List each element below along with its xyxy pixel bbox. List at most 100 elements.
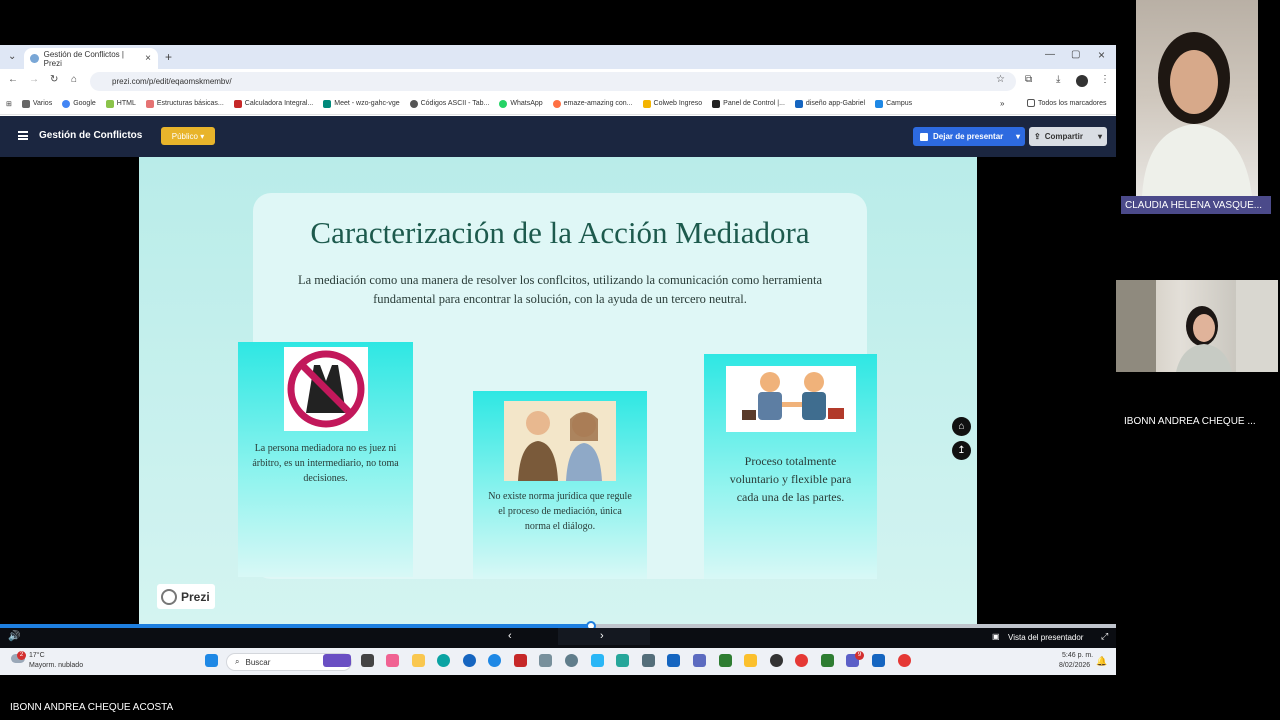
share-button[interactable]: ⇪ Compartir ▾	[1029, 127, 1107, 146]
home-nav-icon[interactable]: ⌂	[952, 417, 971, 436]
mail-icon[interactable]	[539, 654, 552, 667]
bookmark-item[interactable]: Varios	[21, 99, 52, 108]
clock-time[interactable]: 5:46 p. m.	[1062, 652, 1093, 659]
prezi-logo: Prezi	[157, 584, 215, 609]
handshake-businessmen-icon	[725, 366, 856, 432]
excel-icon[interactable]	[821, 654, 834, 667]
bookmark-item[interactable]: Códigos ASCII - Tab...	[409, 99, 489, 108]
participant-silhouette-icon	[1142, 32, 1252, 196]
obs-icon[interactable]	[770, 654, 783, 667]
menu-dots-icon[interactable]: ⋮	[1100, 74, 1110, 85]
public-visibility-button[interactable]: Público ▾	[161, 127, 215, 145]
weather-temp[interactable]: 17°C	[29, 652, 45, 659]
next-step-icon[interactable]: ›	[600, 630, 604, 642]
windows-start-icon[interactable]	[205, 654, 218, 667]
apps-grid-icon[interactable]: ⊞	[6, 100, 12, 108]
forward-icon[interactable]: →	[29, 74, 39, 85]
extensions-icon[interactable]: ⧉	[1025, 74, 1032, 85]
network-icon[interactable]	[616, 654, 629, 667]
new-tab-icon[interactable]: +	[165, 50, 172, 64]
topic-box-voluntary: Proceso totalmente voluntario y flexible…	[704, 354, 877, 579]
participant-video-ibonn	[1116, 280, 1278, 372]
tab-prezi[interactable]: Gestión de Conflictos | Prezi ×	[24, 48, 158, 69]
topic-box-mediator: La persona mediadora no es juez ni árbit…	[238, 342, 413, 577]
stop-presenting-button[interactable]: Dejar de presentar ▾	[913, 127, 1025, 146]
minimize-icon[interactable]: —	[1045, 49, 1055, 60]
file-explorer-icon[interactable]	[412, 654, 425, 667]
prezi-header: Gestión de Conflictos Público ▾ Dejar de…	[0, 116, 1116, 157]
presenter-view-label[interactable]: Vista del presentador	[1008, 633, 1083, 642]
share-icon: ⇪	[1034, 132, 1041, 141]
copilot-icon[interactable]	[386, 654, 399, 667]
back-icon[interactable]: ←	[8, 74, 18, 85]
presenter-view-icon[interactable]: ▣	[992, 632, 1000, 641]
prezi-favicon-icon	[30, 54, 39, 63]
search-highlight-icon[interactable]	[323, 654, 351, 667]
clock-date[interactable]: 8/02/2026	[1059, 662, 1090, 669]
dialogue-people-icon	[504, 401, 616, 481]
teams-people-icon[interactable]	[693, 654, 706, 667]
close-tab-icon[interactable]: ×	[145, 53, 151, 64]
bookmarks-bar: ⊞ Varios Google HTML Estructuras básicas…	[0, 93, 1116, 115]
fullscreen-icon[interactable]: ⤢	[1101, 631, 1108, 642]
volume-icon[interactable]: 🔊	[8, 631, 20, 642]
chevron-down-icon[interactable]: ▾	[1016, 132, 1020, 141]
presentation-title: Gestión de Conflictos	[39, 130, 143, 141]
reload-icon[interactable]: ↻	[50, 74, 58, 85]
close-window-icon[interactable]: ×	[1098, 48, 1105, 62]
profile-avatar[interactable]	[1076, 75, 1088, 87]
maximize-icon[interactable]: ▢	[1071, 49, 1080, 60]
more-bookmarks-icon[interactable]: »	[1000, 99, 1004, 108]
download-icon[interactable]: ⤓	[1056, 74, 1060, 85]
topic-text-voluntary: Proceso totalmente voluntario y flexible…	[729, 454, 852, 504]
home-icon[interactable]: ⌂	[71, 74, 77, 85]
settings-icon[interactable]	[565, 654, 578, 667]
chevron-down-icon[interactable]: ▾	[1098, 132, 1102, 141]
task-view-icon[interactable]	[361, 654, 374, 667]
hp-icon[interactable]	[463, 654, 476, 667]
help-icon[interactable]	[488, 654, 501, 667]
store-icon[interactable]	[667, 654, 680, 667]
monitor-icon[interactable]	[591, 654, 604, 667]
topic-text-legal: No existe norma jurídica que regule el p…	[488, 491, 632, 532]
browser-toolbar: ← → ↻ ⌂ prezi.com/p/edit/eqaomskmembv/ ☆…	[0, 69, 1116, 93]
bookmark-item[interactable]: WhatsApp	[499, 99, 543, 108]
slide-title: Caracterización de la Acción Mediadora	[310, 215, 810, 250]
bookmark-item[interactable]: Estructuras básicas...	[145, 99, 224, 108]
edge-icon[interactable]	[437, 654, 450, 667]
notification-bell-icon[interactable]: 🔔	[1096, 656, 1107, 667]
word-icon[interactable]	[872, 654, 885, 667]
topic-box-legal: No existe norma jurídica que regule el p…	[473, 391, 647, 579]
weather-desc[interactable]: Mayorm. nublado	[29, 662, 83, 669]
presentation-controls: 🔊 ‹ › ▣ Vista del presentador ⤢	[0, 628, 1116, 648]
bookmark-item[interactable]: diseño app-Gabriel	[794, 99, 865, 108]
search-icon: ⌕	[235, 657, 240, 666]
teams-badge: 9	[855, 651, 864, 660]
browser-window: ⌄ Gestión de Conflictos | Prezi × + — ▢ …	[0, 45, 1116, 675]
bookmark-item[interactable]: Meet - wzo-gahc-vge	[323, 99, 400, 108]
all-bookmarks-folder[interactable]: Todos los marcadores	[1027, 99, 1106, 107]
previous-step-icon[interactable]: ‹	[508, 630, 512, 642]
notepad-icon[interactable]	[744, 654, 757, 667]
bookmark-item[interactable]: emaze-amazing con...	[552, 99, 633, 108]
bookmark-star-icon[interactable]: ☆	[996, 74, 1005, 85]
hamburger-menu-icon[interactable]	[18, 131, 28, 140]
participant-name-claudia: CLAUDIA HELENA VASQUE...	[1121, 196, 1271, 214]
chrome-icon[interactable]	[795, 654, 808, 667]
chrome-active-icon[interactable]	[898, 654, 911, 667]
bookmark-item[interactable]: Calculadora Integral...	[233, 99, 313, 108]
bookmark-item[interactable]: HTML	[105, 99, 136, 108]
slide-subtitle: La mediación como una manera de resolver…	[297, 273, 823, 306]
bookmark-item[interactable]: Colweb Ingreso	[642, 99, 702, 108]
bookmark-item[interactable]: Panel de Control |...	[712, 99, 785, 108]
next-area	[558, 628, 650, 645]
app-icon[interactable]	[719, 654, 732, 667]
tab-title: Gestión de Conflictos | Prezi	[43, 49, 124, 68]
tab-search-icon[interactable]: ⌄	[8, 51, 16, 62]
mcafee-icon[interactable]	[514, 654, 527, 667]
address-bar[interactable]: prezi.com/p/edit/eqaomskmembv/	[90, 72, 1016, 91]
bookmark-item[interactable]: Google	[62, 99, 96, 108]
step-back-icon[interactable]: ↥	[952, 441, 971, 460]
bookmark-item[interactable]: Campus	[875, 99, 912, 108]
calculator-icon[interactable]	[642, 654, 655, 667]
